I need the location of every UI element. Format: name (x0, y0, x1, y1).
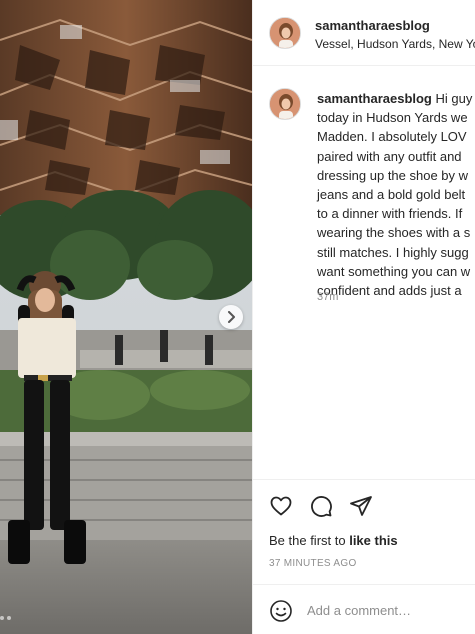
post-photo[interactable] (0, 0, 252, 634)
comment-input[interactable] (307, 599, 467, 621)
post-sidebar: samantharaesblog Vessel, Hudson Yards, N… (252, 0, 475, 634)
caption-line: paired with any outfit and (317, 148, 462, 164)
avatar-image (270, 18, 300, 48)
next-photo-button[interactable] (219, 305, 243, 329)
post-caption: samantharaesblog Hi guy today in Hudson … (317, 89, 475, 300)
caption-line: still matches. I highly sugg (317, 244, 469, 260)
caption-line: want something you can w (317, 263, 471, 279)
photo-illustration (0, 0, 252, 634)
likes-prefix: Be the first to (269, 533, 350, 548)
caption-text: Hi guy (435, 91, 473, 106)
heart-icon (270, 496, 292, 516)
caption-line: confident and adds just a (317, 283, 462, 299)
avatar-image (270, 89, 300, 119)
caption-line: wearing the shoes with a s (317, 225, 471, 241)
caption-timestamp[interactable]: 37m (317, 291, 338, 303)
caption-line: today in Hudson Yards we (317, 110, 468, 126)
post-header: samantharaesblog Vessel, Hudson Yards, N… (253, 0, 475, 66)
chevron-right-icon (228, 311, 235, 323)
action-bar (269, 494, 373, 518)
caption-line: jeans and a bold gold belt (317, 187, 466, 203)
like-this-link[interactable]: like this (349, 533, 397, 548)
like-button[interactable] (269, 494, 293, 518)
caption-avatar[interactable] (269, 88, 301, 120)
post-username[interactable]: samantharaesblog (315, 18, 430, 33)
paper-plane-icon (350, 496, 372, 516)
carousel-dots (0, 616, 14, 620)
caption-line: to a dinner with friends. If (317, 206, 463, 222)
comment-bar (253, 584, 475, 634)
avatar[interactable] (269, 17, 301, 49)
comment-button[interactable] (309, 494, 333, 518)
emoji-button[interactable] (269, 599, 293, 623)
caption-line: Madden. I absolutely LOV (317, 129, 467, 145)
caption-line: dressing up the shoe by w (317, 167, 469, 183)
likes-summary: Be the first to like this (269, 533, 398, 548)
carousel-dot (7, 616, 11, 620)
share-button[interactable] (349, 494, 373, 518)
caption-username[interactable]: samantharaesblog (317, 91, 432, 106)
speech-bubble-icon (311, 496, 332, 517)
post-location[interactable]: Vessel, Hudson Yards, New York (315, 37, 475, 51)
carousel-dot (0, 616, 4, 620)
smiley-icon (270, 600, 292, 622)
post-timestamp[interactable]: 37 MINUTES AGO (269, 558, 357, 569)
